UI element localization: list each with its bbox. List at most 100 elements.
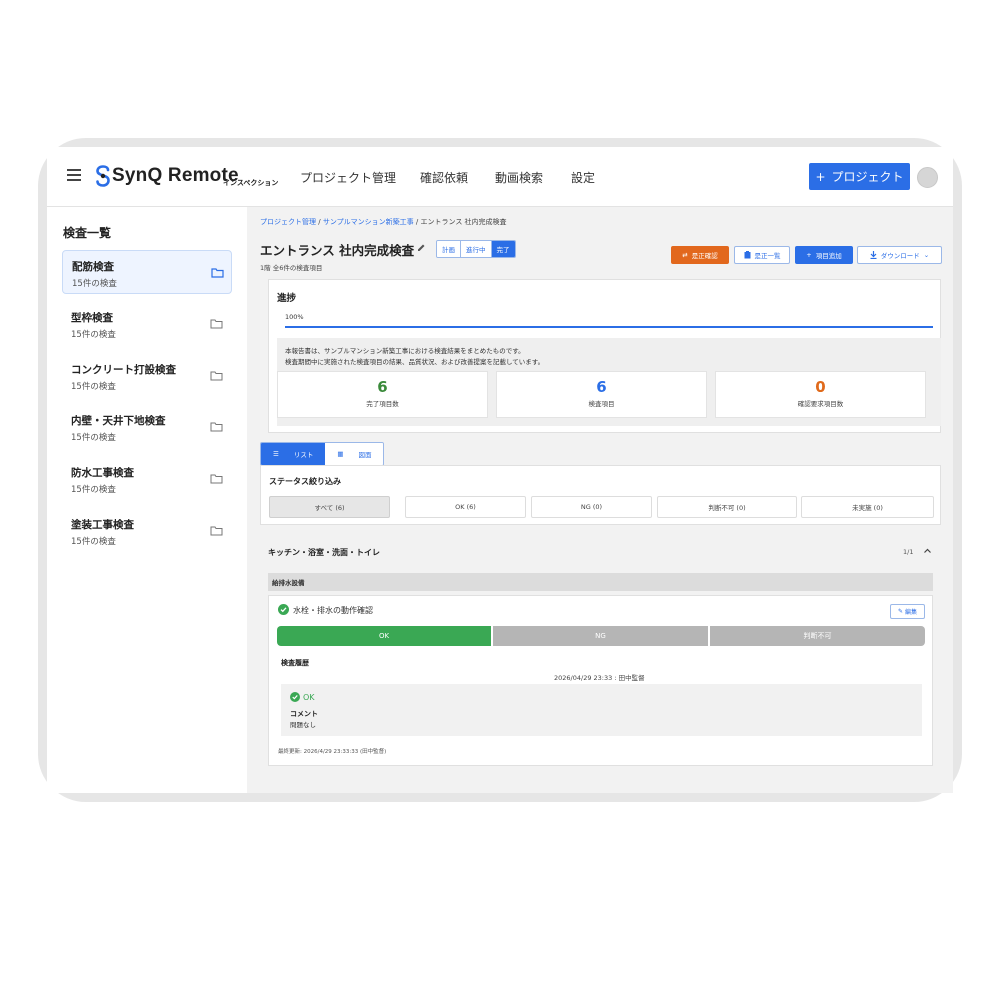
chevron-up-icon[interactable]: [923, 547, 932, 555]
edit-title-pencil-icon[interactable]: [417, 243, 426, 252]
sidebar-item-concrete[interactable]: コンクリート打設検査 15件の検査: [62, 354, 232, 398]
status-filter-card: ステータス絞り込み すべて (6) OK (6) NG (0) 判断不可 (0)…: [260, 465, 941, 525]
view-list-button[interactable]: ☰ リスト: [261, 443, 326, 465]
sidebar: 検査一覧 配筋検査 15件の検査 型枠検査 15件の検査 コンクリート打設検査 …: [47, 207, 247, 793]
sidebar-item-count: 15件の検査: [71, 382, 116, 392]
sidebar-item-name: 塗装工事検査: [71, 519, 134, 531]
sidebar-item-formwork[interactable]: 型枠検査 15件の検査: [62, 302, 232, 346]
view-list-label: リスト: [293, 451, 314, 459]
comment-label: コメント: [290, 710, 318, 718]
sidebar-item-count: 15件の検査: [71, 433, 116, 443]
sidebar-item-name: 型枠検査: [71, 312, 113, 324]
result-ng-button[interactable]: NG: [493, 626, 708, 646]
brand-name: SynQ Remote: [112, 165, 239, 186]
correction-list-button[interactable]: 是正一覧: [734, 246, 790, 264]
section-title: キッチン・浴室・洗面・トイレ: [268, 548, 380, 557]
correction-confirm-label: 是正確認: [691, 252, 718, 260]
description-line: 本報告書は、サンプルマンション新築工事における検査結果をまとめたものです。: [285, 347, 525, 355]
inspection-item-name: 水栓・排水の動作確認: [293, 606, 373, 615]
edit-label: 編集: [905, 609, 918, 616]
list-icon: ☰: [273, 450, 279, 458]
nav-video-search[interactable]: 動画検索: [495, 169, 543, 186]
folder-icon: [211, 268, 224, 278]
result-undeterminable-button[interactable]: 判断不可: [710, 626, 925, 646]
download-dropdown-button[interactable]: ダウンロード ⌄: [857, 246, 942, 264]
nav-project-management[interactable]: プロジェクト管理: [300, 169, 396, 186]
last-updated: 最終更新: 2026/4/29 23:33:33 (田中監督): [278, 749, 387, 755]
inspection-item-card: 水栓・排水の動作確認 ✎ 編集 OK NG 判断不可 検査履歴 2026/04/…: [268, 595, 933, 766]
section-pagination: 1/1: [903, 548, 914, 556]
filter-ok[interactable]: OK (6): [405, 496, 526, 518]
app-screen: SynQ Remote インスペクション プロジェクト管理 確認依頼 動画検索 …: [47, 147, 953, 793]
sidebar-item-name: コンクリート打設検査: [71, 364, 176, 376]
download-icon: [870, 251, 877, 259]
filter-all[interactable]: すべて (6): [269, 496, 390, 518]
status-segment-in-progress[interactable]: 進行中: [461, 241, 492, 257]
stat-total-items: 6 検査項目: [496, 371, 707, 418]
sidebar-item-painting[interactable]: 塗装工事検査 15件の検査: [62, 509, 232, 553]
main-content: プロジェクト管理 / サンプルマンション新築工事 / エントランス 社内完成検査…: [247, 207, 953, 793]
sidebar-item-name: 防水工事検査: [71, 467, 134, 479]
filter-not-done[interactable]: 未実施 (0): [801, 496, 934, 518]
report-description: 本報告書は、サンプルマンション新築工事における検査結果をまとめたものです。 検査…: [285, 346, 544, 368]
correction-confirm-button[interactable]: ⇄ 是正確認: [671, 246, 729, 264]
plus-icon: +: [806, 251, 812, 259]
stat-confirm-requests: 0 確認要求項目数: [715, 371, 926, 418]
folder-icon: [210, 319, 223, 329]
description-line: 検査期間中に実施された検査項目の結果、品質状況、および改善提案を記載しています。: [285, 358, 545, 366]
folder-icon: [210, 371, 223, 381]
nav-settings[interactable]: 設定: [571, 169, 595, 186]
stat-value: 0: [815, 378, 826, 396]
add-item-button[interactable]: + 項目追加: [795, 246, 853, 264]
summary-box: 本報告書は、サンプルマンション新築工事における検査結果をまとめたものです。 検査…: [277, 338, 941, 426]
folder-icon: [210, 474, 223, 484]
sidebar-item-waterproof[interactable]: 防水工事検査 15件の検査: [62, 457, 232, 501]
subcategory-title: 給排水設備: [272, 579, 305, 587]
filter-ng[interactable]: NG (0): [531, 496, 652, 518]
download-label: ダウンロード: [880, 252, 920, 260]
new-project-button[interactable]: + プロジェクト: [809, 163, 910, 190]
sidebar-item-count: 15件の検査: [72, 279, 117, 289]
pencil-icon: ✎: [897, 608, 903, 615]
view-toggle: ☰ リスト ▦ 図面: [260, 442, 385, 466]
progress-card: 進捗 100% 本報告書は、サンプルマンション新築工事における検査結果をまとめた…: [268, 279, 941, 433]
history-status: OK: [290, 692, 315, 702]
sidebar-item-count: 15件の検査: [71, 537, 116, 547]
edit-item-button[interactable]: ✎ 編集: [890, 604, 925, 619]
page-title: エントランス 社内完成検査: [260, 243, 415, 258]
new-project-label: プロジェクト: [831, 170, 904, 184]
status-segment-done[interactable]: 完了: [491, 241, 515, 257]
hamburger-menu-icon[interactable]: [67, 169, 81, 181]
sidebar-item-rebar[interactable]: 配筋検査 15件の検査: [62, 250, 232, 294]
breadcrumb-project[interactable]: サンプルマンション新築工事: [323, 218, 414, 226]
chevron-down-icon: ⌄: [923, 251, 930, 259]
stat-label: 検査項目: [588, 400, 615, 408]
progress-percent: 100%: [285, 313, 304, 321]
sidebar-item-name: 内壁・天井下地検査: [71, 415, 166, 427]
view-drawing-label: 図面: [358, 451, 372, 459]
check-circle-icon: [290, 692, 300, 702]
breadcrumb: プロジェクト管理 / サンプルマンション新築工事 / エントランス 社内完成検査: [260, 217, 507, 227]
sidebar-item-interior-wall[interactable]: 内壁・天井下地検査 15件の検査: [62, 405, 232, 449]
brand-subtitle: インスペクション: [223, 179, 279, 187]
folder-icon: [210, 526, 223, 536]
stat-label: 完了項目数: [366, 400, 399, 408]
breadcrumb-separator: /: [318, 218, 321, 226]
status-segment-plan[interactable]: 計画: [437, 241, 461, 257]
folder-icon: [210, 422, 223, 432]
sidebar-item-count: 15件の検査: [71, 330, 116, 340]
check-circle-icon: [278, 604, 289, 615]
comment-value: 問題なし: [290, 721, 316, 729]
stat-value: 6: [377, 378, 388, 396]
breadcrumb-project-management[interactable]: プロジェクト管理: [260, 218, 316, 226]
synq-logo-icon: [96, 165, 110, 187]
view-drawing-button[interactable]: ▦ 図面: [325, 443, 384, 465]
progress-title: 進捗: [277, 293, 297, 304]
nav-confirmation-request[interactable]: 確認依頼: [420, 169, 468, 186]
stat-label: 確認要求項目数: [797, 400, 844, 408]
result-ok-button[interactable]: OK: [277, 626, 491, 646]
stat-value: 6: [596, 378, 607, 396]
user-avatar[interactable]: [917, 167, 938, 188]
filter-undeterminable[interactable]: 判断不可 (0): [657, 496, 797, 518]
sidebar-item-name: 配筋検査: [72, 261, 114, 273]
